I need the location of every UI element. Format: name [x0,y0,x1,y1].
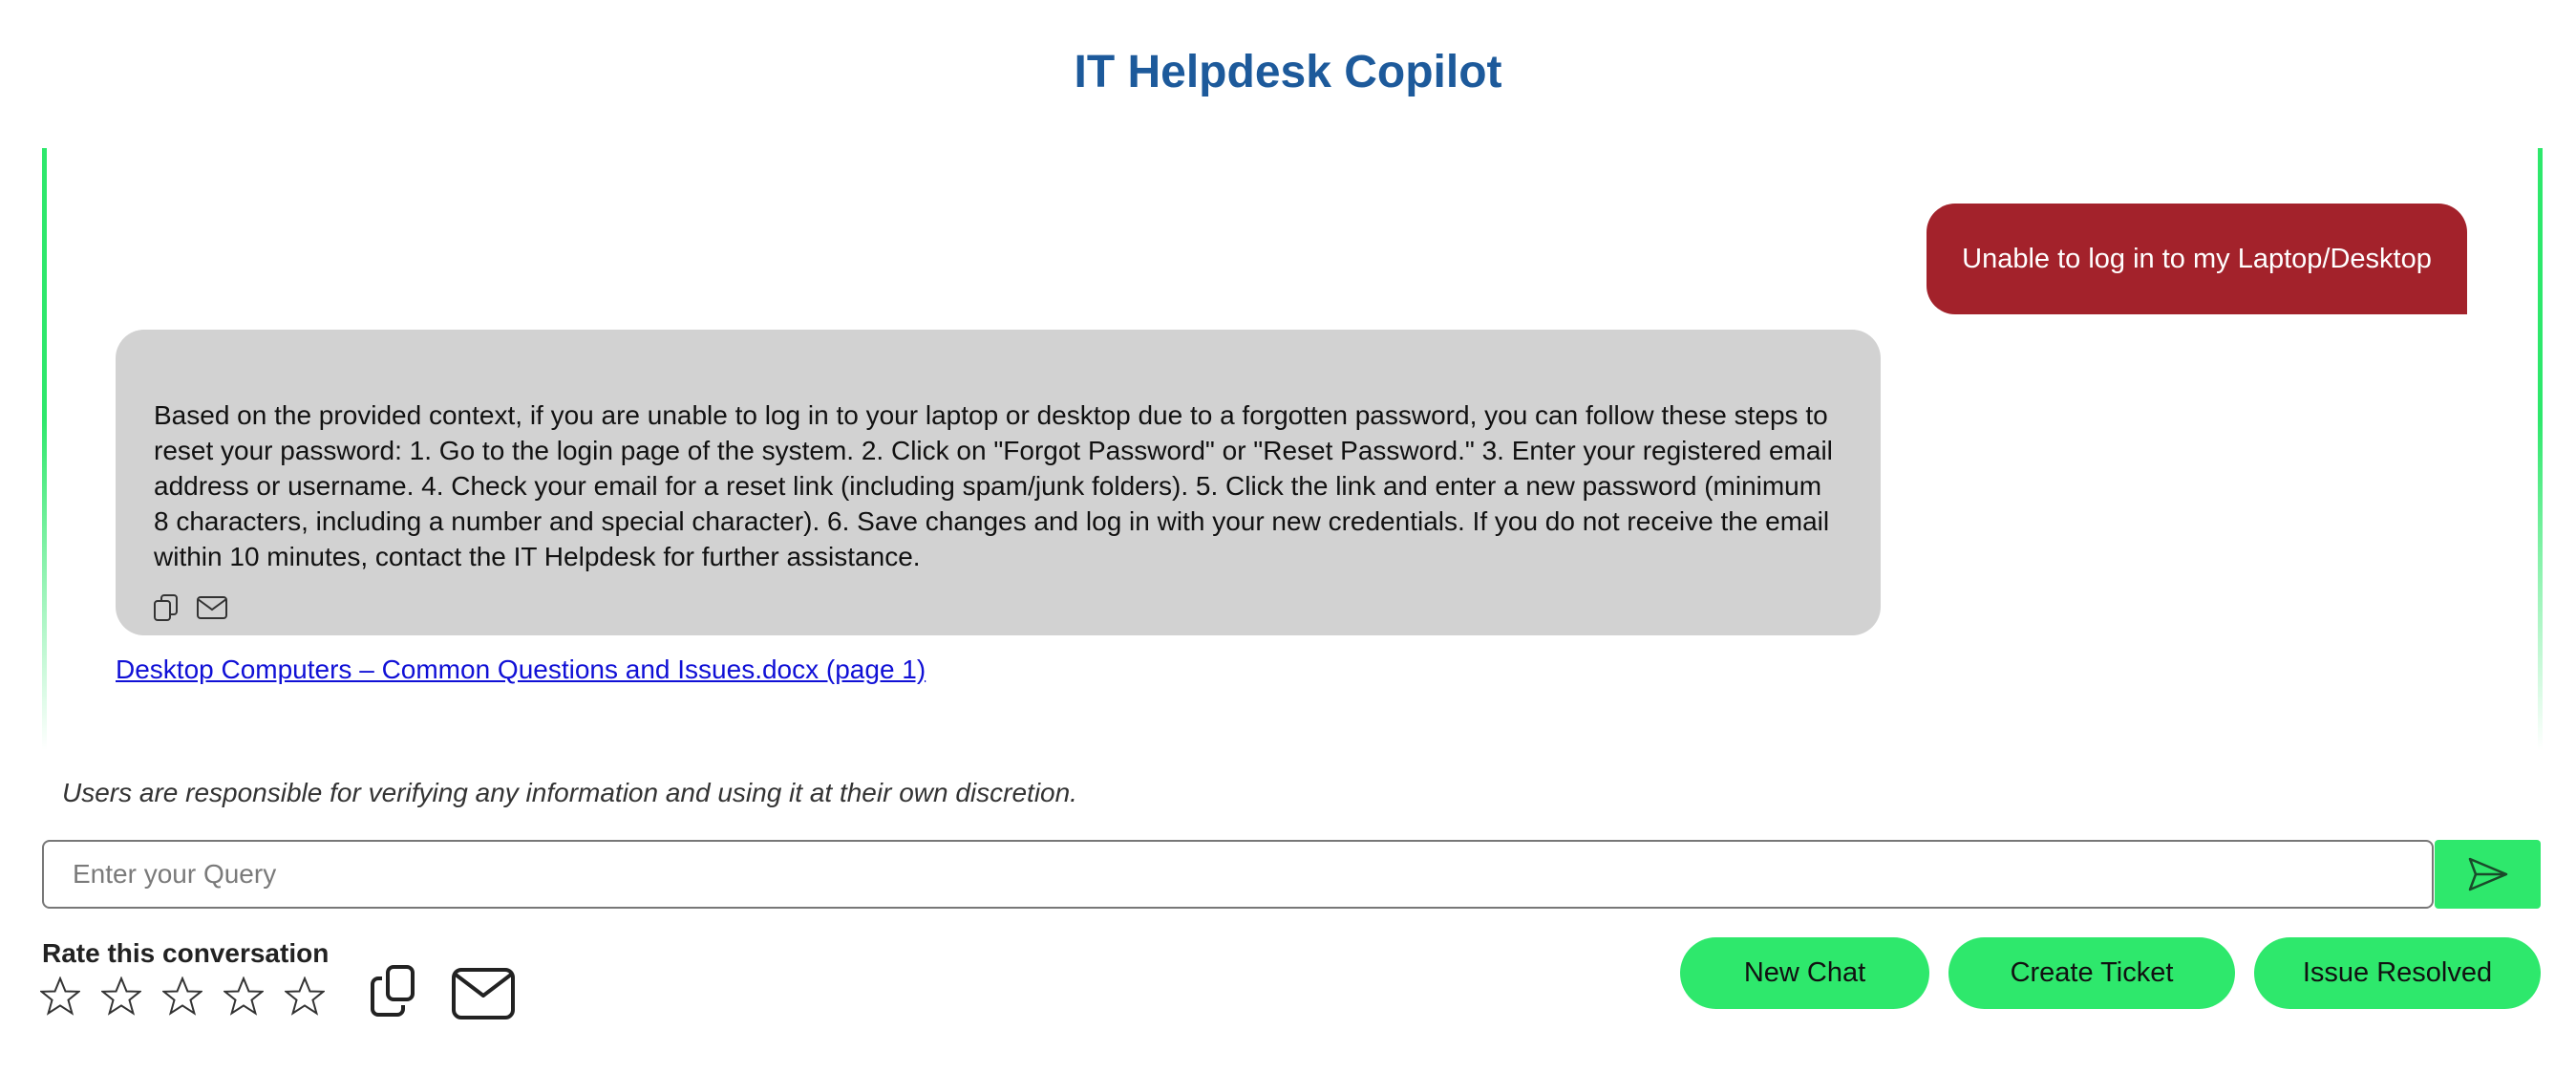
mail-icon[interactable] [196,593,227,622]
issue-resolved-button[interactable]: Issue Resolved [2254,937,2541,1009]
send-button[interactable] [2435,840,2541,909]
chat-area: Unable to log in to my Laptop/Desktop Ba… [42,148,2543,750]
copy-icon[interactable] [152,593,182,622]
rating-label: Rate this conversation [42,938,330,968]
bot-message-actions [152,593,227,622]
star-1[interactable] [40,976,80,1017]
star-2[interactable] [101,976,141,1017]
query-input[interactable] [42,840,2434,909]
bot-message-text: Based on the provided context, if you ar… [154,400,1833,571]
copy-icon[interactable] [369,963,426,1020]
star-3[interactable] [162,976,202,1017]
disclaimer-text: Users are responsible for verifying any … [62,778,1077,807]
user-message-bubble: Unable to log in to my Laptop/Desktop [1927,204,2467,314]
page-title: IT Helpdesk Copilot [1074,47,1502,97]
bot-message-bubble: Based on the provided context, if you ar… [116,330,1881,635]
user-message-text: Unable to log in to my Laptop/Desktop [1962,243,2432,274]
create-ticket-button[interactable]: Create Ticket [1948,937,2235,1009]
new-chat-button[interactable]: New Chat [1680,937,1929,1009]
rating-stars [40,976,325,1017]
star-5[interactable] [285,976,325,1017]
source-document-link[interactable]: Desktop Computers – Common Questions and… [116,655,926,685]
chat-border-left [42,148,47,750]
chat-border-right [2538,148,2543,750]
issue-resolved-label: Issue Resolved [2302,957,2493,988]
create-ticket-label: Create Ticket [2010,957,2174,988]
star-4[interactable] [224,976,264,1017]
new-chat-label: New Chat [1743,957,1866,988]
send-icon [2468,857,2507,891]
mail-icon[interactable] [451,967,516,1020]
